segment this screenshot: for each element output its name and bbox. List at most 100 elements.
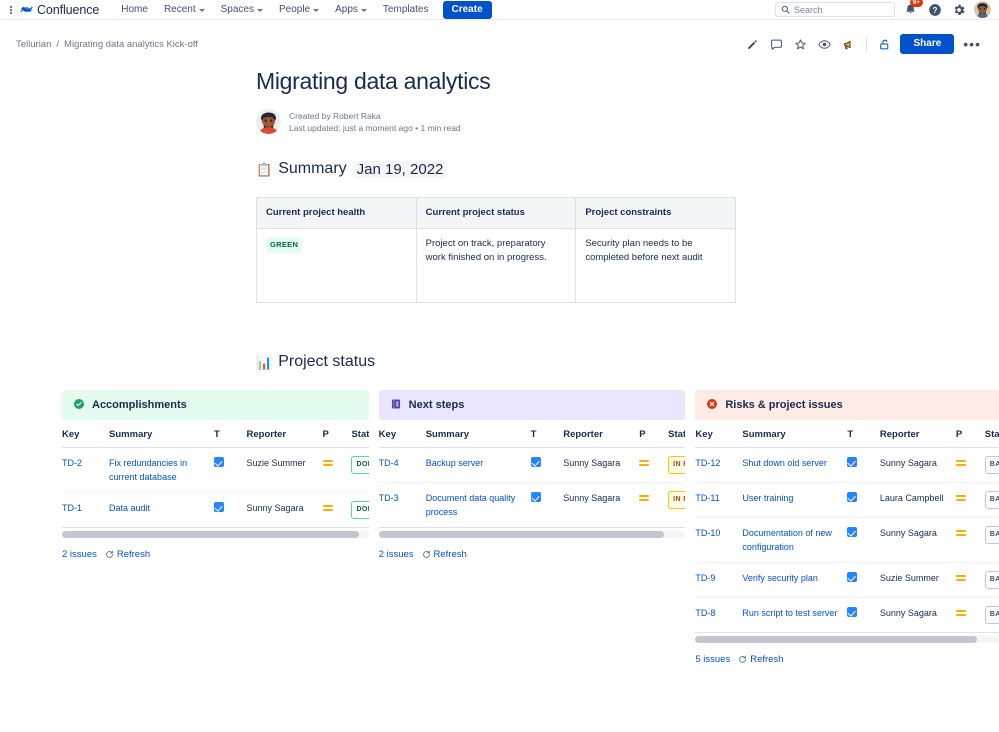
health-status-badge: GREEN <box>266 237 302 253</box>
issue-summary-link[interactable]: Shut down old server <box>742 458 827 468</box>
horizontal-scrollbar[interactable] <box>379 531 686 538</box>
check-circle-icon <box>73 398 85 413</box>
priority-medium-icon <box>956 528 966 538</box>
jira-col-summary[interactable]: Summary <box>109 420 214 448</box>
user-avatar[interactable] <box>974 1 991 18</box>
pencil-icon <box>746 38 759 51</box>
watch-button[interactable] <box>816 36 833 53</box>
more-actions-button[interactable]: ••• <box>961 39 983 49</box>
issue-key-link[interactable]: TD-11 <box>695 493 719 503</box>
refresh-button[interactable]: Refresh <box>738 654 783 665</box>
nav-item-recent[interactable]: Recent <box>156 2 213 17</box>
issue-summary-link[interactable]: User training <box>742 493 793 503</box>
author-avatar[interactable] <box>256 109 281 134</box>
issue-key-link[interactable]: TD-4 <box>379 458 399 468</box>
jira-col-status[interactable]: Status <box>668 420 685 448</box>
nav-item-people[interactable]: People <box>271 2 327 17</box>
jira-col-priority[interactable]: P <box>956 420 985 448</box>
refresh-label: Refresh <box>117 549 150 560</box>
jira-col-type[interactable]: T <box>847 420 880 448</box>
unlock-icon <box>878 38 891 51</box>
issue-key-link[interactable]: TD-1 <box>62 503 82 513</box>
jira-col-status[interactable]: Status <box>351 420 368 448</box>
restrictions-button[interactable] <box>876 36 893 53</box>
search-placeholder: Search <box>794 5 823 15</box>
priority-medium-icon <box>323 503 333 513</box>
jira-col-reporter[interactable]: Reporter <box>247 420 323 448</box>
panel-risks: Risks & project issues Key Summary T Rep… <box>695 390 999 665</box>
issue-summary-link[interactable]: Verify security plan <box>742 573 818 583</box>
byline-created-by: Created by Robert Raka <box>289 111 381 121</box>
help-button[interactable]: ? <box>926 1 943 18</box>
issue-key-link[interactable]: TD-2 <box>62 458 82 468</box>
confluence-logo[interactable]: Confluence <box>20 3 99 17</box>
breadcrumb-space[interactable]: Tellurian <box>16 39 51 50</box>
priority-medium-icon <box>956 493 966 503</box>
summary-cell-constraints: Security plan needs to be completed befo… <box>576 229 736 303</box>
nav-item-templates[interactable]: Templates <box>375 2 437 17</box>
jira-header-row: Key Summary T Reporter P Status <box>379 420 686 448</box>
app-switcher-icon[interactable] <box>4 3 18 17</box>
task-type-icon <box>847 607 857 617</box>
refresh-button[interactable]: Refresh <box>105 549 150 560</box>
table-row: TD-9 Verify security plan Suzie Summer B… <box>695 563 999 598</box>
panel-footer: 2 issues Refresh <box>62 549 369 560</box>
issue-key-link[interactable]: TD-10 <box>695 528 720 538</box>
panel-next-steps: Next steps Key Summary T Reporter P Stat… <box>379 390 686 665</box>
jira-col-reporter[interactable]: Reporter <box>563 420 639 448</box>
issue-key-link[interactable]: TD-3 <box>379 493 399 503</box>
issue-count-link[interactable]: 2 issues <box>379 549 414 560</box>
byline-last-updated: Last updated: just a moment ago • 1 min … <box>289 123 461 133</box>
horizontal-scrollbar[interactable] <box>695 636 999 643</box>
star-button[interactable] <box>792 36 809 53</box>
chevron-down-icon <box>199 9 205 12</box>
clipboard-icon: 📋 <box>256 163 272 176</box>
jira-col-type[interactable]: T <box>214 420 247 448</box>
issue-summary-link[interactable]: Data audit <box>109 503 150 513</box>
issue-summary-link[interactable]: Document data quality process <box>426 493 516 517</box>
jira-col-status[interactable]: Status <box>985 420 999 448</box>
horizontal-scrollbar[interactable] <box>62 531 369 538</box>
jira-col-summary[interactable]: Summary <box>426 420 531 448</box>
chevron-down-icon <box>257 9 263 12</box>
issue-summary-link[interactable]: Run script to test server <box>742 608 837 618</box>
jira-col-priority[interactable]: P <box>639 420 668 448</box>
table-row: TD-11 User training Laura Campbell BACKL… <box>695 483 999 518</box>
issue-count-link[interactable]: 2 issues <box>62 549 97 560</box>
issue-summary-link[interactable]: Documentation of new configuration <box>742 528 832 552</box>
issue-key-link[interactable]: TD-12 <box>695 458 720 468</box>
task-type-icon <box>847 572 857 582</box>
create-button[interactable]: Create <box>443 1 492 19</box>
jira-col-summary[interactable]: Summary <box>742 420 847 448</box>
search-input[interactable]: Search <box>775 2 895 17</box>
issue-key-link[interactable]: TD-8 <box>695 608 715 618</box>
issue-summary-link[interactable]: Backup server <box>426 458 484 468</box>
edit-button[interactable] <box>744 36 761 53</box>
nav-item-home[interactable]: Home <box>113 2 156 17</box>
share-button[interactable]: Share <box>900 34 954 54</box>
jira-col-key[interactable]: Key <box>695 420 742 448</box>
jira-col-key[interactable]: Key <box>379 420 426 448</box>
nav-item-apps[interactable]: Apps <box>327 2 375 17</box>
nav-item-label: People <box>279 4 310 15</box>
issue-key-link[interactable]: TD-9 <box>695 573 715 583</box>
issue-summary-link[interactable]: Fix redundancies in current database <box>109 458 187 482</box>
nav-item-spaces[interactable]: Spaces <box>213 2 271 17</box>
jira-col-priority[interactable]: P <box>323 420 352 448</box>
feedback-button[interactable] <box>840 36 857 53</box>
jira-header-row: Key Summary T Reporter P Status <box>695 420 999 448</box>
jira-col-type[interactable]: T <box>531 420 564 448</box>
panel-footer: 2 issues Refresh <box>379 549 686 560</box>
comment-button[interactable] <box>768 36 785 53</box>
action-divider <box>866 37 867 52</box>
panel-header-risks: Risks & project issues <box>695 390 999 420</box>
jira-col-key[interactable]: Key <box>62 420 109 448</box>
issue-count-link[interactable]: 5 issues <box>695 654 730 665</box>
status-badge: IN PROGRESS <box>668 456 685 474</box>
jira-col-reporter[interactable]: Reporter <box>880 420 956 448</box>
notifications-button[interactable]: 9+ <box>902 1 919 18</box>
summary-heading-text: Summary <box>278 160 346 178</box>
settings-button[interactable] <box>950 1 967 18</box>
refresh-button[interactable]: Refresh <box>422 549 467 560</box>
breadcrumb-current-page[interactable]: Migrating data analytics Kick-off <box>64 39 198 50</box>
